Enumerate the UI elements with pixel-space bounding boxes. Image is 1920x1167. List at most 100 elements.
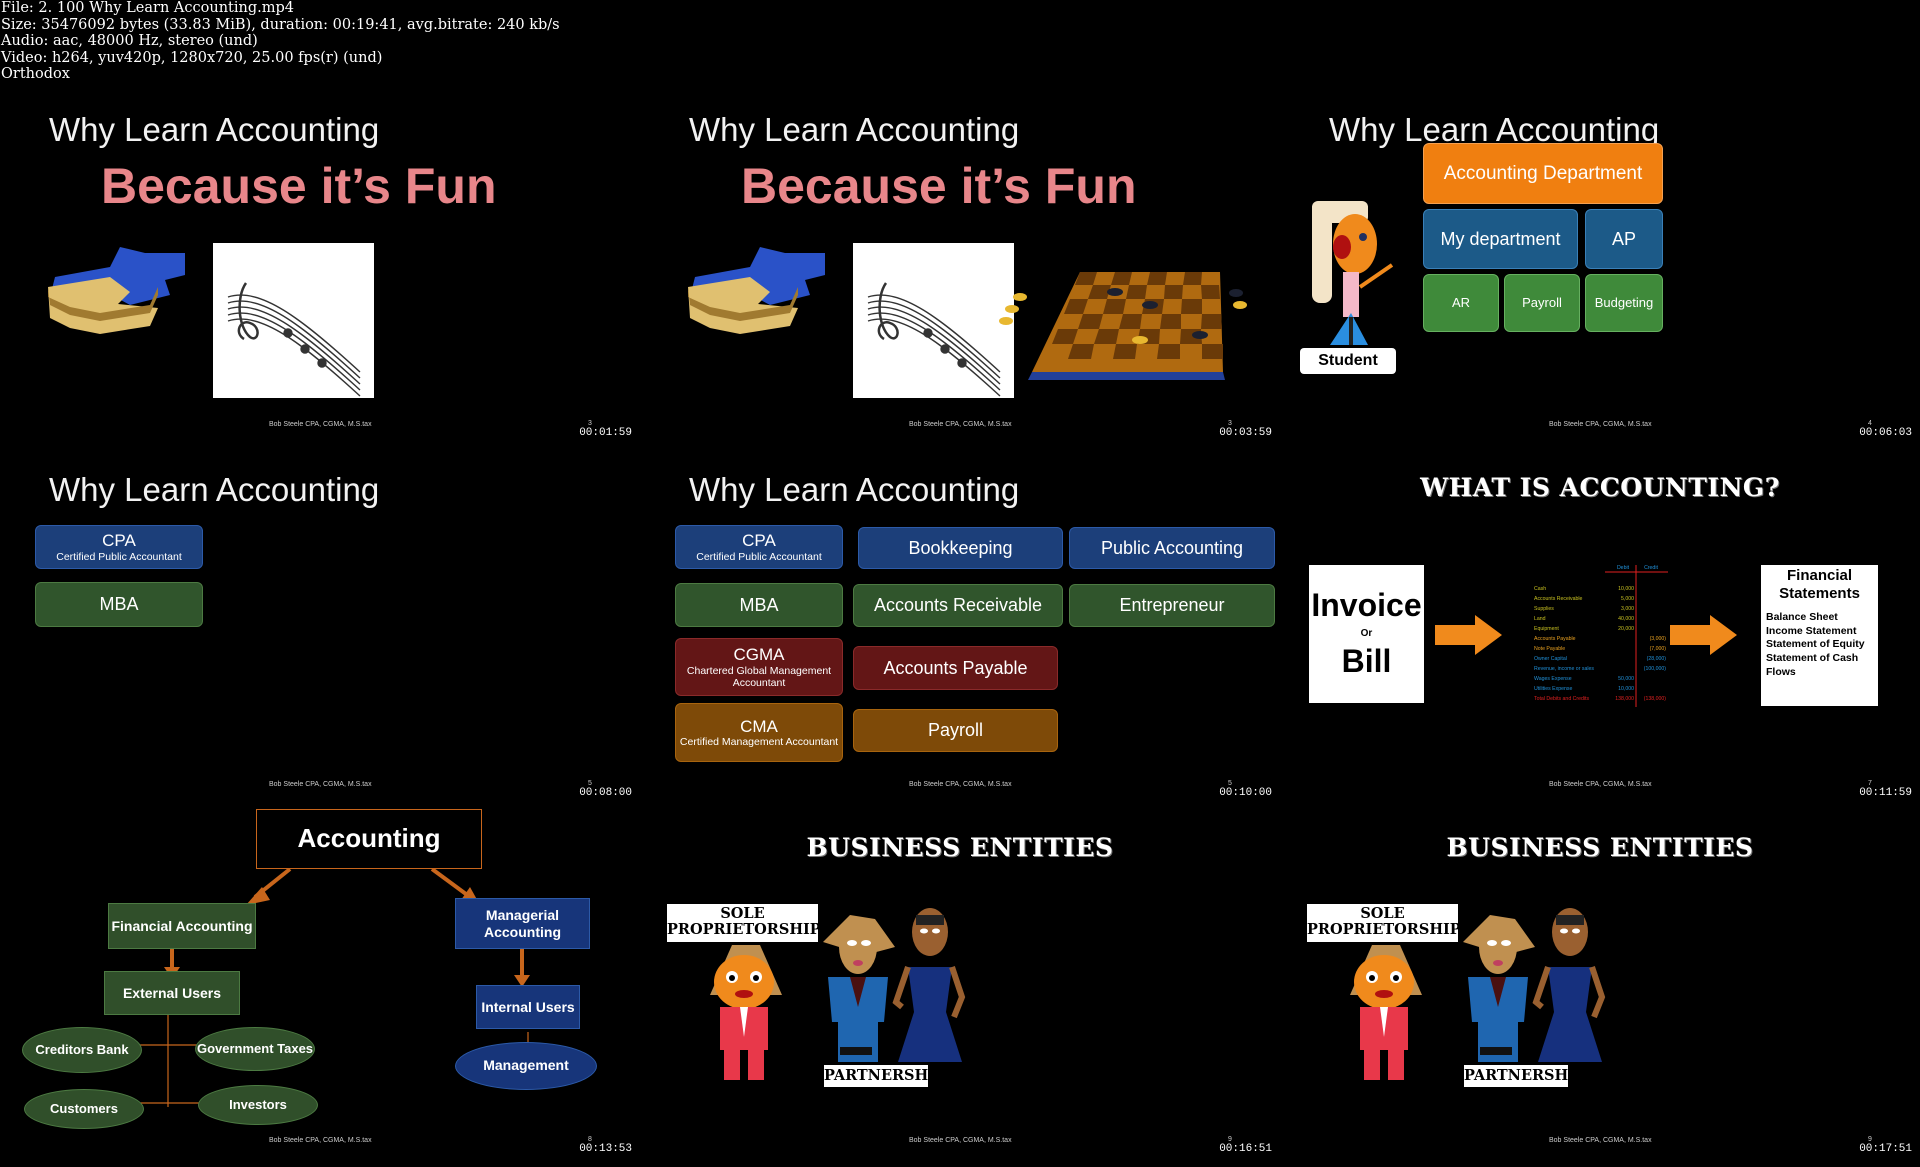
entrepreneur-box: Entrepreneur [1069,584,1275,627]
arrow-right-icon [1435,615,1502,655]
thumbnail-frame-7[interactable]: Accounting Financial Accounting Manageri… [0,807,640,1167]
timestamp: 00:10:00 [1219,787,1272,799]
slide-footer: Bob Steele CPA, CGMA, M.S.tax [909,421,1012,428]
page-number: 5 [1228,780,1232,787]
tb-header-credit: Credit [1644,565,1658,571]
managerial-accounting-box: Managerial Accounting [455,898,590,949]
public-accounting-box: Public Accounting [1069,527,1275,569]
timestamp: 00:08:00 [579,787,632,799]
page-number: 3 [588,420,592,427]
timestamp: 00:17:51 [1859,1143,1912,1155]
arrow-right-icon [1670,615,1737,655]
trial-balance: Debit Credit Cash 10,000 Accounts Receivable… [1534,565,1666,702]
timestamp: 00:06:03 [1859,427,1912,439]
my-department-box: My department [1423,209,1578,269]
slide-title: Why Learn Accounting [689,471,1020,508]
video-info-line: Video: h264, yuv420p, 1280x720, 25.00 fp… [1,49,383,66]
file-info-header: File: 2. 100 Why Learn Accounting.mp4 Si… [1,0,560,83]
tb-account-name: Owner Capital [1534,656,1567,662]
tb-account-name: Cash [1534,586,1546,592]
slide-footer: Bob Steele CPA, CGMA, M.S.tax [1549,781,1652,788]
financial-accounting-box: Financial Accounting [108,903,256,949]
checkers-board-icon [999,272,1247,380]
thumbnail-frame-5[interactable]: Why Learn Accounting CPA Certified Public… [640,447,1280,807]
cpa-box: CPA Certified Public Accountant [675,525,843,569]
tb-account-name: Revenue, income or sales [1534,666,1594,672]
mba-box: MBA [35,582,203,627]
puzzle-icon [688,247,825,334]
tb-account-name: Supplies [1534,606,1554,612]
cpa-box: CPA Certified Public Accountant [35,525,203,569]
page-number: 3 [1228,420,1232,427]
tb-credit-value: (100,000) [1644,666,1666,672]
tb-debit-value: 5,000 [1621,596,1634,602]
thumbnail-frame-6[interactable]: WHAT IS ACCOUNTING? Invoice Or Bill Debi… [1280,447,1920,807]
mba-box: MBA [675,583,843,627]
timestamp: 00:03:59 [1219,427,1272,439]
student-character-icon [1312,201,1394,345]
tb-debit-value: 40,000 [1618,616,1634,622]
financial-statements-box: Financial Statements Balance Sheet Incom… [1761,565,1878,706]
connector-arrow [430,867,472,899]
tb-debit-value: 20,000 [1618,626,1634,632]
tb-debit-value: 138,000 [1615,696,1634,702]
partnership-label: PARTNERSHIP [1464,1065,1586,1087]
tb-account-name: Land [1534,616,1546,622]
timestamp: 00:16:51 [1219,1143,1272,1155]
thumbnail-frame-2[interactable]: Why Learn Accounting Because it’s Fun Bo… [640,87,1280,447]
timestamp: 00:01:59 [579,427,632,439]
partner-figure-2-icon [1532,908,1606,1062]
thumbnail-frame-3[interactable]: Why Learn Accounting Student Accounting … [1280,87,1920,447]
tb-header-debit: Debit [1617,565,1630,571]
accounting-box: Accounting [256,809,482,869]
thumbnail-frame-9[interactable]: BUSINESS ENTITIES SOLE PROPRIETORSHIP PA… [1280,807,1920,1167]
page-number: 9 [1228,1136,1232,1143]
budgeting-box: Budgeting [1585,274,1663,332]
external-users-box: External Users [104,971,240,1015]
partner-figure-2-icon [892,908,966,1062]
tb-account-name: Utilities Expense [1534,686,1572,692]
payroll-box: Payroll [853,709,1058,752]
slide-title: Why Learn Accounting [49,471,380,508]
tb-account-name: Accounts Receivable [1534,596,1583,602]
bookkeeping-box: Bookkeeping [858,527,1063,569]
partner-figure-1-icon [1463,915,1535,1062]
sole-proprietor-figure-icon [710,945,782,1080]
timestamp: 00:13:53 [579,1143,632,1155]
accounts-payable-box: Accounts Payable [853,646,1058,690]
sole-proprietor-figure-icon [1350,945,1422,1080]
tb-account-name: Equipment [1534,626,1559,632]
fs-item: Income Statement [1766,624,1857,637]
page-number: 9 [1868,1136,1872,1143]
fs-title: Financial Statements [1779,567,1860,602]
slide-footer: Bob Steele CPA, CGMA, M.S.tax [909,1137,1012,1144]
slide-footer: Bob Steele CPA, CGMA, M.S.tax [909,781,1012,788]
page-number: 4 [1868,420,1872,427]
investors-oval: Investors [198,1085,318,1125]
ar-box: AR [1423,274,1499,332]
tb-debit-value: 10,000 [1618,586,1634,592]
tb-debit-value: 3,000 [1621,606,1634,612]
cgma-box: CGMA Chartered Global Management Accounta… [675,638,843,696]
fs-item: Balance Sheet [1766,611,1838,623]
thumbnail-frame-4[interactable]: Why Learn Accounting CPA Certified Public… [0,447,640,807]
file-size-line: Size: 35476092 bytes (33.83 MiB), durati… [1,16,560,33]
ap-box: AP [1585,209,1663,269]
thumbnail-frame-8[interactable]: BUSINESS ENTITIES SOLE PROPRIETORSHIP PA… [640,807,1280,1167]
partnership-label: PARTNERSHIP [824,1065,946,1087]
slide-footer: Bob Steele CPA, CGMA, M.S.tax [269,421,372,428]
thumbnail-frame-1[interactable]: Why Learn Accounting Because it’s Fun Bo… [0,87,640,447]
tb-debit-value: 50,000 [1618,676,1634,682]
slide-footer: Bob Steele CPA, CGMA, M.S.tax [1549,421,1652,428]
extra-info-line: Orthodox [1,66,70,82]
partner-figure-1-icon [823,915,895,1062]
slide-footer: Bob Steele CPA, CGMA, M.S.tax [269,1137,372,1144]
management-oval: Management [455,1042,597,1090]
page-number: 5 [588,780,592,787]
timestamp: 00:11:59 [1859,787,1912,799]
fs-list: Balance Sheet Income Statement Statement… [1761,603,1878,679]
tb-debit-value: 10,000 [1618,686,1634,692]
audio-info-line: Audio: aac, 48000 Hz, stereo (und) [1,33,258,49]
page-number: 8 [588,1136,592,1143]
customers-oval: Customers [24,1089,144,1129]
